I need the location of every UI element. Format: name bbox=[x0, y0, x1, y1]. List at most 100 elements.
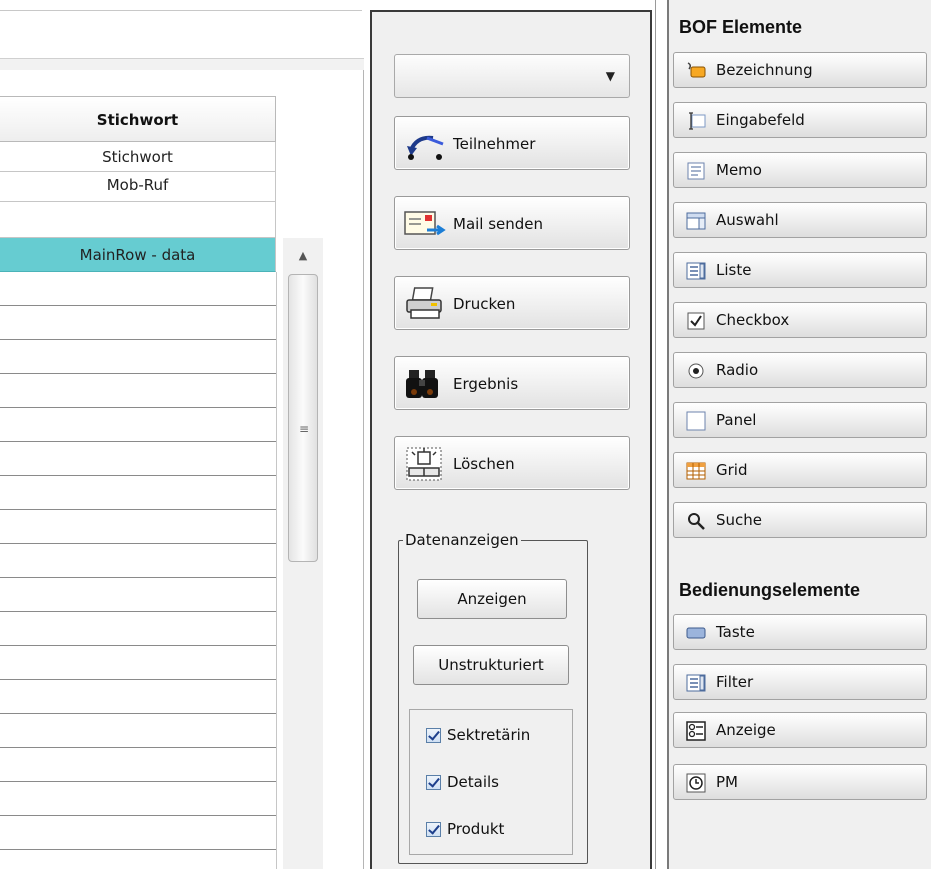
grid-row[interactable] bbox=[0, 781, 276, 782]
result-button[interactable]: Ergebnis bbox=[394, 356, 630, 410]
grid-row[interactable] bbox=[0, 373, 276, 374]
action-dropdown[interactable]: ▼ bbox=[394, 54, 630, 98]
toolbox-item-label: Auswahl bbox=[716, 211, 779, 229]
grid-icon bbox=[686, 462, 706, 480]
delete-button[interactable]: Löschen bbox=[394, 436, 630, 490]
data-display-legend: Datenanzeigen bbox=[403, 530, 521, 550]
unstructured-button[interactable]: Unstrukturiert bbox=[413, 645, 569, 685]
toolbox-item-label: Anzeige bbox=[716, 721, 776, 739]
mail-send-icon bbox=[404, 211, 446, 236]
bof-elements-title: BOF Elemente bbox=[679, 17, 803, 37]
grid-row[interactable] bbox=[0, 407, 276, 408]
grid-row[interactable] bbox=[0, 679, 276, 680]
toolbox-item-checkbox[interactable]: Checkbox bbox=[673, 302, 927, 338]
checkbox-checked-icon[interactable] bbox=[426, 822, 441, 837]
toolbox-item-panel[interactable]: Panel bbox=[673, 402, 927, 438]
grip-icon: ≡ bbox=[298, 422, 310, 436]
toolbox-item-filter[interactable]: Filter bbox=[673, 664, 927, 700]
toolbox-item-taste[interactable]: Taste bbox=[673, 614, 927, 650]
memo-icon bbox=[687, 162, 705, 180]
checkbox-group: Sektretärin Details Produkt bbox=[409, 709, 573, 855]
search-icon bbox=[688, 513, 705, 530]
toolbox-item-radio[interactable]: Radio bbox=[673, 352, 927, 388]
toolbox-item-eingabefeld[interactable]: Eingabefeld bbox=[673, 102, 927, 138]
checkbox-label: Sektretärin bbox=[447, 726, 531, 744]
grid-row[interactable] bbox=[0, 202, 276, 238]
toolbox-item-label: Eingabefeld bbox=[716, 111, 805, 129]
toolbox-item-auswahl[interactable]: Auswahl bbox=[673, 202, 927, 238]
checkbox-produkt[interactable]: Produkt bbox=[426, 818, 504, 840]
checkbox-label: Produkt bbox=[447, 820, 505, 838]
teilnehmer-label: Teilnehmer bbox=[453, 135, 536, 153]
delete-icon bbox=[406, 447, 442, 481]
panel-icon bbox=[686, 411, 706, 431]
button-icon bbox=[686, 627, 706, 639]
toolbox-item-label: Filter bbox=[716, 673, 754, 691]
teilnehmer-icon bbox=[407, 135, 444, 160]
grid-row[interactable] bbox=[0, 305, 276, 306]
grid-row[interactable] bbox=[0, 475, 276, 476]
checkbox-sekretaerin[interactable]: Sektretärin bbox=[426, 724, 530, 746]
checkbox-checked-icon[interactable] bbox=[426, 728, 441, 743]
toolbox-item-label: Taste bbox=[716, 623, 755, 641]
grid-row[interactable] bbox=[0, 713, 276, 714]
print-button[interactable]: Drucken bbox=[394, 276, 630, 330]
grid-top-border bbox=[0, 10, 362, 11]
grid-row[interactable] bbox=[0, 543, 276, 544]
action-panel: ▼ Teilnehmer Mail senden Drucken Ergebni… bbox=[370, 10, 652, 869]
checkbox-details[interactable]: Details bbox=[426, 771, 499, 793]
toolbox-item-label: Bezeichnung bbox=[716, 61, 813, 79]
toolbox-item-label: Radio bbox=[716, 361, 759, 379]
grid-row[interactable] bbox=[0, 339, 276, 340]
delete-label: Löschen bbox=[453, 455, 515, 473]
show-button[interactable]: Anzeigen bbox=[417, 579, 567, 619]
toolbox-item-label: Grid bbox=[716, 461, 748, 479]
grid-row[interactable] bbox=[0, 645, 276, 646]
toolbox-item-memo[interactable]: Memo bbox=[673, 152, 927, 188]
toolbox-item-suche[interactable]: Suche bbox=[673, 502, 927, 538]
data-display-group: Datenanzeigen Anzeigen Unstrukturiert Se… bbox=[398, 530, 588, 864]
checkbox-checked-icon[interactable] bbox=[426, 775, 441, 790]
clock-icon bbox=[686, 773, 706, 793]
grid-row[interactable] bbox=[0, 509, 276, 510]
toolbox-item-pm[interactable]: PM bbox=[673, 764, 927, 800]
scroll-up-icon[interactable]: ▲ bbox=[283, 238, 323, 274]
grid-row[interactable] bbox=[0, 849, 276, 850]
selected-grid-row[interactable]: MainRow - data bbox=[0, 238, 276, 272]
scrollbar-thumb[interactable]: ≡ bbox=[288, 274, 318, 562]
filter-icon bbox=[686, 674, 706, 692]
controls-title: Bedienungselemente bbox=[679, 580, 861, 600]
checkbox-icon bbox=[687, 312, 705, 330]
binoculars-icon bbox=[406, 370, 438, 398]
grid-row[interactable] bbox=[0, 611, 276, 612]
toolbox-item-label: PM bbox=[716, 773, 738, 791]
grid-row[interactable] bbox=[0, 747, 276, 748]
toolbox-item-label: Suche bbox=[716, 511, 763, 529]
panel-divider bbox=[655, 0, 656, 869]
print-label: Drucken bbox=[453, 295, 516, 313]
grid-row[interactable] bbox=[0, 577, 276, 578]
toolbox-item-label: Panel bbox=[716, 411, 757, 429]
result-label: Ergebnis bbox=[453, 375, 519, 393]
grid-row[interactable] bbox=[0, 441, 276, 442]
grid-row[interactable] bbox=[0, 815, 276, 816]
toolbox-item-label: Memo bbox=[716, 161, 762, 179]
chevron-down-icon[interactable]: ▼ bbox=[606, 69, 615, 83]
teilnehmer-button[interactable]: Teilnehmer bbox=[394, 116, 630, 170]
grid-row[interactable]: Mob-Ruf bbox=[0, 172, 276, 202]
toolbox-item-label: Checkbox bbox=[716, 311, 790, 329]
radio-icon bbox=[688, 363, 704, 379]
toolbox-panel: BOF Elemente Bezeichnung Eingabefeld Mem… bbox=[669, 0, 931, 869]
textfield-icon bbox=[689, 112, 706, 130]
toolbox-item-anzeige[interactable]: Anzeige bbox=[673, 712, 927, 748]
column-header-stichwort[interactable]: Stichwort bbox=[0, 96, 276, 142]
toolbox-item-label: Liste bbox=[716, 261, 752, 279]
vertical-scrollbar[interactable]: ▲ ≡ bbox=[283, 238, 323, 869]
toolbox-item-liste[interactable]: Liste bbox=[673, 252, 927, 288]
grid-row[interactable]: Stichwort bbox=[0, 142, 276, 172]
toolbox-item-grid[interactable]: Grid bbox=[673, 452, 927, 488]
mail-send-button[interactable]: Mail senden bbox=[394, 196, 630, 250]
toolbox-item-bezeichnung[interactable]: Bezeichnung bbox=[673, 52, 927, 88]
label-icon bbox=[687, 62, 706, 78]
data-grid-area: Stichwort Stichwort Mob-Ruf MainRow - da… bbox=[0, 0, 370, 869]
